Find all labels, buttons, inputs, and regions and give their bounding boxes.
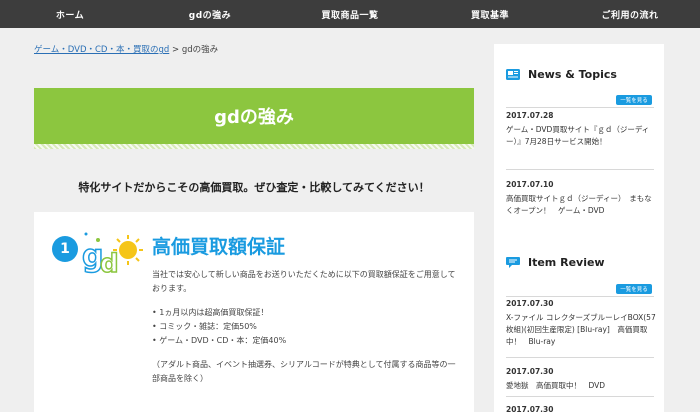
feature-body: 当社では安心して新しい商品をお送りいただくために以下の買取額保証をご用意しており…: [152, 268, 462, 396]
speech-bubble-icon: [506, 257, 520, 268]
feature-intro: 当社では安心して新しい商品をお送りいただくために以下の買取額保証をご用意しており…: [152, 270, 456, 293]
review-item-text: X-ファイル コレクターズブルーレイBOX(57枚組)(初回生産限定) [Blu…: [506, 313, 656, 346]
news-item-date: 2017.07.28: [506, 111, 554, 120]
feature-bullet: 1ヵ月以内は超高価買取保証！: [152, 306, 462, 320]
news-section-title: News & Topics: [506, 68, 617, 81]
feature-bullet: コミック・雑誌：定価50%: [152, 320, 462, 334]
title-stripe: [34, 144, 474, 149]
news-item-date: 2017.07.10: [506, 180, 554, 189]
review-item[interactable]: 2017.07.30 愛地獄 高価買取中！ DVD: [506, 366, 656, 392]
divider: [506, 296, 654, 297]
nav-products[interactable]: 買取商品一覧: [280, 0, 420, 28]
review-item[interactable]: 2017.07.30 X-ファイル コレクターズブルーレイBOX(57枚組)(初…: [506, 298, 656, 348]
feature-card: 1 g d 高価買取額保証 当社では安心して新しい商品をお送りいただくために以下…: [34, 212, 474, 412]
breadcrumb-current: gdの強み: [181, 45, 219, 55]
feature-title: 高価買取額保証: [152, 236, 286, 258]
feature-note: （アダルト商品、イベント抽選券、シリアルコードが特典として付属する商品等の一部商…: [152, 360, 456, 383]
svg-text:d: d: [100, 249, 119, 278]
page-title-bar: gdの強み: [34, 88, 474, 144]
review-item-date: 2017.07.30: [506, 405, 554, 412]
review-item-date: 2017.07.30: [506, 299, 554, 308]
top-nav: ホーム gdの強み 買取商品一覧 買取基準 ご利用の流れ: [0, 0, 700, 28]
review-more-button[interactable]: 一覧を見る: [616, 284, 652, 294]
nav-strengths[interactable]: gdの強み: [140, 0, 280, 28]
news-item[interactable]: 2017.07.28 ゲーム・DVD買取サイト『ｇｄ（ジーディー）』7月28日サ…: [506, 110, 656, 148]
breadcrumb-home-link[interactable]: ゲーム・DVD・CD・本・買取のgd: [34, 45, 169, 55]
review-item-date: 2017.07.30: [506, 367, 554, 376]
news-more-button[interactable]: 一覧を見る: [616, 95, 652, 105]
nav-flow[interactable]: ご利用の流れ: [560, 0, 700, 28]
feature-number-badge: 1: [52, 236, 78, 262]
page-tagline: 特化サイトだからこその高価買取。ぜひ査定・比較してみてください！: [78, 181, 430, 194]
news-title: News & Topics: [528, 68, 617, 81]
sidebar: News & Topics 一覧を見る 2017.07.28 ゲーム・DVD買取…: [494, 44, 664, 412]
divider: [506, 169, 654, 170]
review-item[interactable]: 2017.07.30: [506, 404, 656, 412]
news-item-text: 高価買取サイトｇｄ（ジーディー） まもなくオープン！ ゲーム・DVD: [506, 194, 652, 215]
divider: [506, 107, 654, 108]
review-item-text: 愛地獄 高価買取中！ DVD: [506, 381, 606, 390]
news-item[interactable]: 2017.07.10 高価買取サイトｇｄ（ジーディー） まもなくオープン！ ゲー…: [506, 179, 656, 217]
page-title: gdの強み: [214, 107, 294, 128]
review-title: Item Review: [528, 256, 605, 269]
feature-bullet: ゲーム・DVD・CD・本：定価40%: [152, 334, 462, 348]
news-item-text: ゲーム・DVD買取サイト『ｇｄ（ジーディー）』7月28日サービス開始！: [506, 125, 650, 146]
breadcrumb: ゲーム・DVD・CD・本・買取のgd > gdの強み: [34, 43, 218, 55]
divider: [506, 396, 654, 397]
breadcrumb-separator: >: [171, 45, 180, 55]
nav-home[interactable]: ホーム: [0, 0, 140, 28]
gd-logo-icon: g d: [81, 232, 143, 278]
feature-bullet-list: 1ヵ月以内は超高価買取保証！ コミック・雑誌：定価50% ゲーム・DVD・CD・…: [152, 306, 462, 348]
news-icon: [506, 69, 520, 80]
divider: [506, 357, 654, 358]
nav-criteria[interactable]: 買取基準: [420, 0, 560, 28]
review-section-title: Item Review: [506, 256, 605, 269]
